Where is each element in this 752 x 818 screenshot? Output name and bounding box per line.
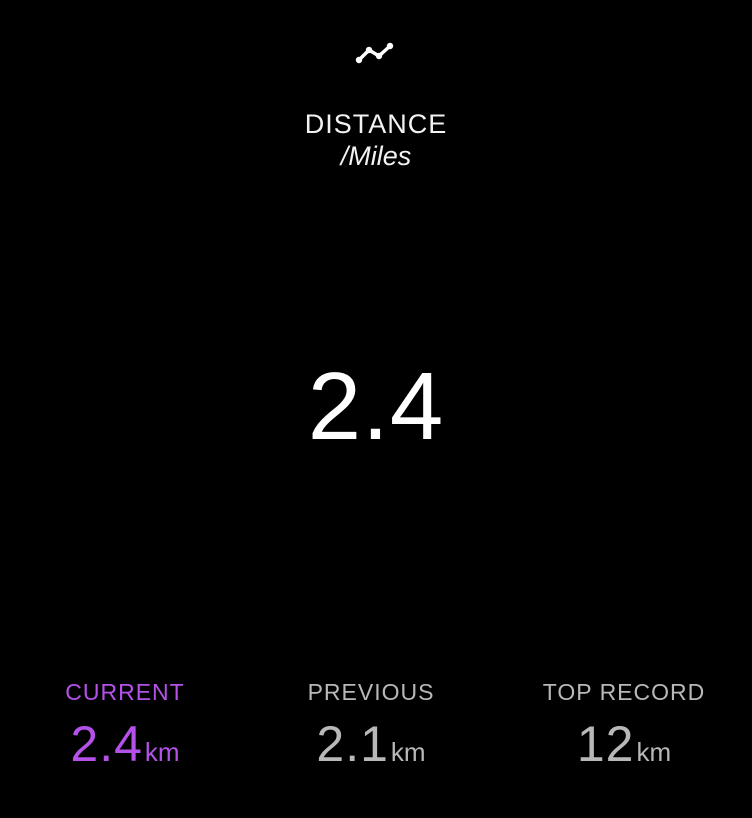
metric-unit: /Miles	[340, 141, 412, 171]
main-metric-value: 2.4	[307, 353, 445, 460]
stat-current: CURRENT 2.4km	[50, 678, 200, 785]
metric-header: DISTANCE /Miles	[0, 108, 752, 172]
metric-title: DISTANCE	[304, 109, 448, 139]
stat-previous-unit: km	[390, 737, 426, 767]
stat-previous: PREVIOUS 2.1km	[296, 678, 446, 785]
stat-top-record-unit: km	[636, 737, 672, 767]
stat-previous-value: 2.1km	[296, 716, 446, 785]
stat-current-unit: km	[144, 737, 180, 767]
stats-row: CURRENT 2.4km PREVIOUS 2.1km TOP RECORD …	[0, 678, 752, 798]
stat-top-record-value: 12km	[532, 716, 716, 785]
stat-previous-number: 2.1	[316, 716, 389, 772]
stat-current-label: CURRENT	[65, 679, 185, 705]
stat-top-record: TOP RECORD 12km	[532, 678, 716, 785]
stat-top-record-label: TOP RECORD	[542, 679, 706, 705]
stat-previous-label: PREVIOUS	[307, 679, 435, 705]
trend-line-icon	[353, 40, 397, 66]
stat-current-number: 2.4	[70, 716, 143, 772]
stat-current-value: 2.4km	[50, 716, 200, 785]
stat-top-record-number: 12	[576, 716, 635, 772]
